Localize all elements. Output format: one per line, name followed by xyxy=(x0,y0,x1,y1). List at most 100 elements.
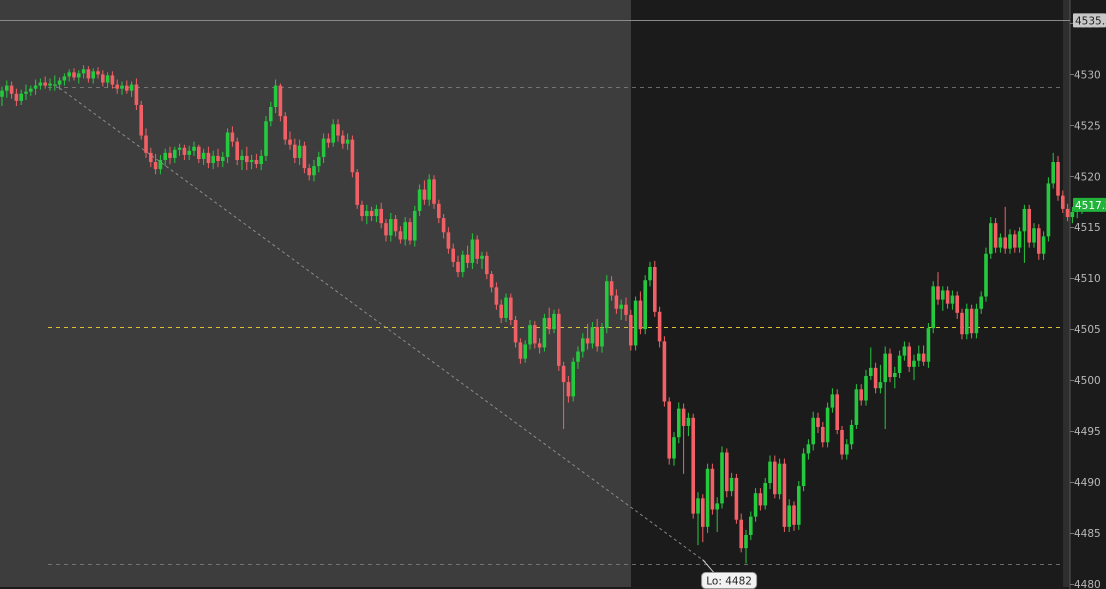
candle-body xyxy=(595,327,599,347)
candle-body xyxy=(134,84,139,105)
candle-body xyxy=(614,295,619,309)
candle-body xyxy=(297,145,302,158)
candle-body xyxy=(792,505,796,525)
candle-body xyxy=(763,483,767,506)
candle-body xyxy=(739,519,743,549)
candle-body xyxy=(648,266,652,281)
candle-body xyxy=(773,461,777,495)
candle-body xyxy=(259,155,263,165)
candle xyxy=(557,308,561,371)
candle-body xyxy=(9,85,14,94)
candle-body xyxy=(633,300,638,346)
plot-background-left xyxy=(0,0,631,587)
candle-body xyxy=(681,408,686,426)
candle-body xyxy=(211,155,215,164)
candle-body xyxy=(283,116,287,140)
candle-body xyxy=(293,144,297,158)
axis-tick-label: 4490 xyxy=(1074,477,1101,489)
candle-body xyxy=(389,219,393,236)
candle-body xyxy=(686,417,691,426)
candle-body xyxy=(825,407,830,443)
candle xyxy=(710,463,715,515)
candle-body xyxy=(715,503,719,510)
candle-body xyxy=(979,296,983,309)
candle-body xyxy=(883,353,887,383)
candle-body xyxy=(48,83,52,86)
candle-body xyxy=(533,325,537,344)
candle-body xyxy=(158,159,163,170)
candle-body xyxy=(264,121,268,156)
candle-body xyxy=(710,468,715,510)
candle-body xyxy=(974,308,979,334)
candle xyxy=(705,463,710,533)
candle-body xyxy=(235,141,239,160)
candle-body xyxy=(417,189,422,211)
candle-body xyxy=(307,168,311,176)
candle-body xyxy=(1022,208,1027,232)
candle xyxy=(734,473,739,524)
candle-body xyxy=(777,463,782,495)
candle-body xyxy=(941,290,945,300)
candle-body xyxy=(91,71,95,79)
candle xyxy=(605,275,609,334)
candle-body xyxy=(619,304,623,309)
candle-body xyxy=(749,516,753,535)
axis-tick-label: 4530 xyxy=(1074,69,1101,81)
candle-body xyxy=(408,222,412,241)
candle-body xyxy=(576,351,580,362)
candle-body xyxy=(1013,234,1017,248)
candle xyxy=(413,205,417,247)
price-axis-background xyxy=(1070,0,1106,589)
candle-body xyxy=(288,139,292,145)
candle-body xyxy=(365,210,369,217)
candle-body xyxy=(273,85,278,107)
candle-body xyxy=(125,85,129,91)
candle-body xyxy=(475,239,479,259)
candle-body xyxy=(437,203,441,219)
candle-body xyxy=(653,266,657,312)
candle-body xyxy=(67,72,71,77)
candle-body xyxy=(993,223,998,248)
scroll-strip[interactable] xyxy=(1063,0,1070,587)
candle-body xyxy=(782,463,787,527)
candle xyxy=(629,309,633,351)
candle-body xyxy=(552,313,556,330)
candle-body xyxy=(403,222,407,240)
candle-body xyxy=(1051,162,1055,184)
candlestick-chart: 4480 4485 4490 4495 4500 4505 4510 4515 4520 4525… xyxy=(0,0,1106,589)
candle xyxy=(677,402,681,444)
candle-body xyxy=(427,179,431,200)
candle-body xyxy=(86,69,91,79)
candle xyxy=(782,458,787,532)
candle-body xyxy=(24,91,28,94)
candle-body xyxy=(470,239,475,263)
candle-body xyxy=(864,376,868,401)
candle-body xyxy=(657,311,662,342)
candle-body xyxy=(917,353,921,361)
candle-body xyxy=(197,146,201,159)
candle xyxy=(974,303,979,339)
candle-body xyxy=(177,147,182,150)
candle-body xyxy=(609,281,614,296)
candle-body xyxy=(768,461,772,484)
candle-body xyxy=(321,138,326,157)
candle-body xyxy=(845,444,849,455)
candle-body xyxy=(705,468,710,527)
candle-body xyxy=(230,132,235,142)
candle-body xyxy=(1027,208,1031,243)
candle-body xyxy=(302,145,307,169)
candle-body xyxy=(571,361,575,397)
candle-body xyxy=(96,71,100,75)
current-price-label: 4517.2 xyxy=(1075,200,1106,212)
candle-body xyxy=(677,408,681,438)
candle-body xyxy=(441,218,446,233)
candle xyxy=(797,480,801,530)
candle xyxy=(854,384,859,430)
candle-body xyxy=(509,297,513,320)
candle xyxy=(662,336,667,407)
candle xyxy=(504,293,508,323)
candle xyxy=(278,83,283,122)
candle-body xyxy=(504,297,508,318)
candle xyxy=(926,323,931,368)
candle-body xyxy=(278,85,283,117)
